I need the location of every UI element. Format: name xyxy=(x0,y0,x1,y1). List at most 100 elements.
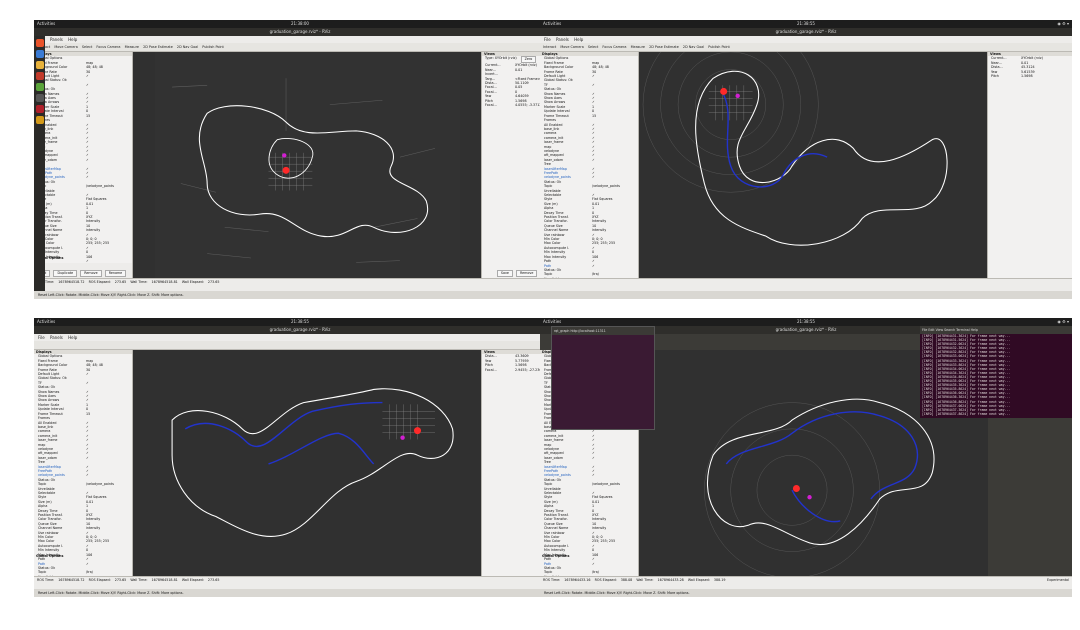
ubuntu-icon[interactable] xyxy=(35,39,44,47)
menu-file[interactable]: File xyxy=(38,335,45,340)
chrome-icon[interactable] xyxy=(35,61,44,69)
menu-panels[interactable]: Panels xyxy=(50,37,63,42)
terminal-menu-search[interactable]: Search xyxy=(944,328,955,332)
property-value[interactable]: ✓ xyxy=(86,83,89,87)
tool-measure[interactable]: Measure xyxy=(125,43,139,51)
property-value[interactable]: ✓ xyxy=(86,158,89,162)
property-value[interactable]: 255; 255; 255 xyxy=(86,539,109,543)
property-value[interactable]: ✓ xyxy=(592,158,595,162)
terminal-menu-edit[interactable]: Edit xyxy=(928,328,934,332)
goal-marker xyxy=(735,93,740,99)
tool-2d-nav-goal[interactable]: 2D Nav Goal xyxy=(683,43,704,51)
tool-2d-nav-goal[interactable]: 2D Nav Goal xyxy=(177,43,198,51)
property-value[interactable]: 15 xyxy=(86,114,90,118)
property-value[interactable]: 255; 255; 255 xyxy=(592,241,615,245)
tool-interact[interactable]: Interact xyxy=(543,43,556,51)
property-value[interactable]: /traj xyxy=(592,272,599,276)
property-value[interactable]: /traj xyxy=(86,570,93,574)
property-value[interactable]: ✓ xyxy=(86,74,89,78)
property-value[interactable]: /velodyne_points xyxy=(86,482,114,486)
duplicate-button[interactable]: Duplicate xyxy=(53,270,78,277)
tool-measure[interactable]: Measure xyxy=(631,43,645,51)
property-value[interactable]: ✓ xyxy=(592,562,595,566)
tool-focus-camera[interactable]: Focus Camera xyxy=(96,43,120,51)
clock[interactable]: 21:38:55 xyxy=(540,20,1072,28)
rename-button[interactable]: Rename xyxy=(104,270,127,277)
property-value[interactable]: ✓ xyxy=(86,473,89,477)
experimental-checkbox[interactable]: Experimental xyxy=(1047,577,1069,583)
views-properties: Current... XYOrbit (rviz) Near... 0.01 Dista… xyxy=(988,56,1072,78)
view-type-select[interactable]: Type: XYOrbit (rviz) xyxy=(485,56,517,63)
property-value[interactable]: ✓ xyxy=(86,175,89,179)
property-value[interactable]: /traj xyxy=(592,570,599,574)
property-value[interactable]: /velodyne_points xyxy=(86,184,114,188)
save-view-button[interactable]: Save xyxy=(496,270,513,277)
property-value[interactable]: 255; 255; 255 xyxy=(86,241,109,245)
map-scene[interactable] xyxy=(133,350,482,577)
property-value[interactable]: ✓ xyxy=(592,264,595,268)
terminal-menu-view[interactable]: View xyxy=(936,328,944,332)
property-row[interactable]: Pitch 1.5698 xyxy=(988,74,1072,78)
property-value[interactable]: ✓ xyxy=(86,372,89,376)
3d-viewport[interactable] xyxy=(639,52,988,279)
terminal-menu-help[interactable]: Help xyxy=(971,328,978,332)
property-value[interactable]: ✓ xyxy=(86,456,89,460)
system-tray[interactable]: ◉ ⚙ ▾ xyxy=(1057,20,1069,28)
tool-2d-pose[interactable]: 2D Pose Estimate xyxy=(649,43,679,51)
terminal-window[interactable]: File Edit View Search Terminal Help [INF… xyxy=(920,326,1072,418)
remove-button[interactable]: Remove xyxy=(80,270,102,277)
property-value[interactable]: 15 xyxy=(86,412,90,416)
property-value[interactable]: 0.01 xyxy=(515,68,522,72)
tool-2d-pose[interactable]: 2D Pose Estimate xyxy=(143,43,173,51)
wall-elapsed-label: Wall Elapsed: xyxy=(181,280,204,284)
app-icon[interactable] xyxy=(35,72,44,80)
remove-view-button[interactable]: Remove xyxy=(516,270,538,277)
map-scene[interactable] xyxy=(639,52,988,279)
zero-button[interactable]: Zero xyxy=(520,56,537,64)
tool-select[interactable]: Select xyxy=(82,43,92,51)
app-icon[interactable] xyxy=(35,116,44,124)
tool-move-camera[interactable]: Move Camera xyxy=(560,43,583,51)
menu-help[interactable]: Help xyxy=(68,37,77,42)
map-scene[interactable] xyxy=(133,52,482,279)
clock[interactable]: 21:38:55 xyxy=(34,318,566,326)
tool-move-camera[interactable]: Move Camera xyxy=(54,43,77,51)
property-value[interactable]: 255; 255; 255 xyxy=(592,539,615,543)
clock[interactable]: 21:38:00 xyxy=(34,20,566,28)
menu-panels[interactable]: Panels xyxy=(50,335,63,340)
property-value[interactable]: ✓ xyxy=(592,175,595,179)
system-tray[interactable]: ◉ ⚙ ▾ xyxy=(1057,318,1069,326)
menu-help[interactable]: Help xyxy=(574,37,583,42)
terminal-menu-terminal[interactable]: Terminal xyxy=(956,328,969,332)
terminal-icon[interactable] xyxy=(35,94,44,102)
property-value[interactable]: ✓ xyxy=(86,381,89,385)
clock[interactable]: 21:38:55 xyxy=(540,318,1072,326)
property-value[interactable]: ✓ xyxy=(592,83,595,87)
tool-focus-camera[interactable]: Focus Camera xyxy=(602,43,626,51)
tool-publish-point[interactable]: Publish Point xyxy=(708,43,730,51)
wall-time-value: 1678964518.81 xyxy=(151,280,178,284)
property-value[interactable]: /velodyne_points xyxy=(592,184,620,188)
app-icon[interactable] xyxy=(35,83,44,91)
tool-bar xyxy=(34,341,566,350)
tool-publish-point[interactable]: Publish Point xyxy=(202,43,224,51)
status-bar: Reset Left-Click: Rotate. Middle-Click: … xyxy=(34,291,566,299)
property-value[interactable]: /velodyne_points xyxy=(592,482,620,486)
3d-viewport[interactable] xyxy=(133,350,482,577)
app-icon[interactable] xyxy=(35,105,44,113)
menu-panels[interactable]: Panels xyxy=(556,37,569,42)
menu-help[interactable]: Help xyxy=(68,335,77,340)
help-icon[interactable] xyxy=(35,50,44,58)
rqt-graph-window[interactable]: rqt_graph http://localhost:11311 xyxy=(551,326,655,430)
terminal-menu-file[interactable]: File xyxy=(922,328,927,332)
property-value[interactable]: ✓ xyxy=(592,74,595,78)
3d-viewport[interactable] xyxy=(133,52,482,279)
property-value[interactable]: 1.5698 xyxy=(1021,74,1033,78)
property-name: Focal... xyxy=(485,367,497,372)
property-value[interactable]: ✓ xyxy=(592,456,595,460)
property-value[interactable]: ✓ xyxy=(592,473,595,477)
tool-select[interactable]: Select xyxy=(588,43,598,51)
menu-file[interactable]: File xyxy=(544,37,551,42)
property-value[interactable]: 15 xyxy=(592,114,596,118)
property-value[interactable]: ✓ xyxy=(86,562,89,566)
